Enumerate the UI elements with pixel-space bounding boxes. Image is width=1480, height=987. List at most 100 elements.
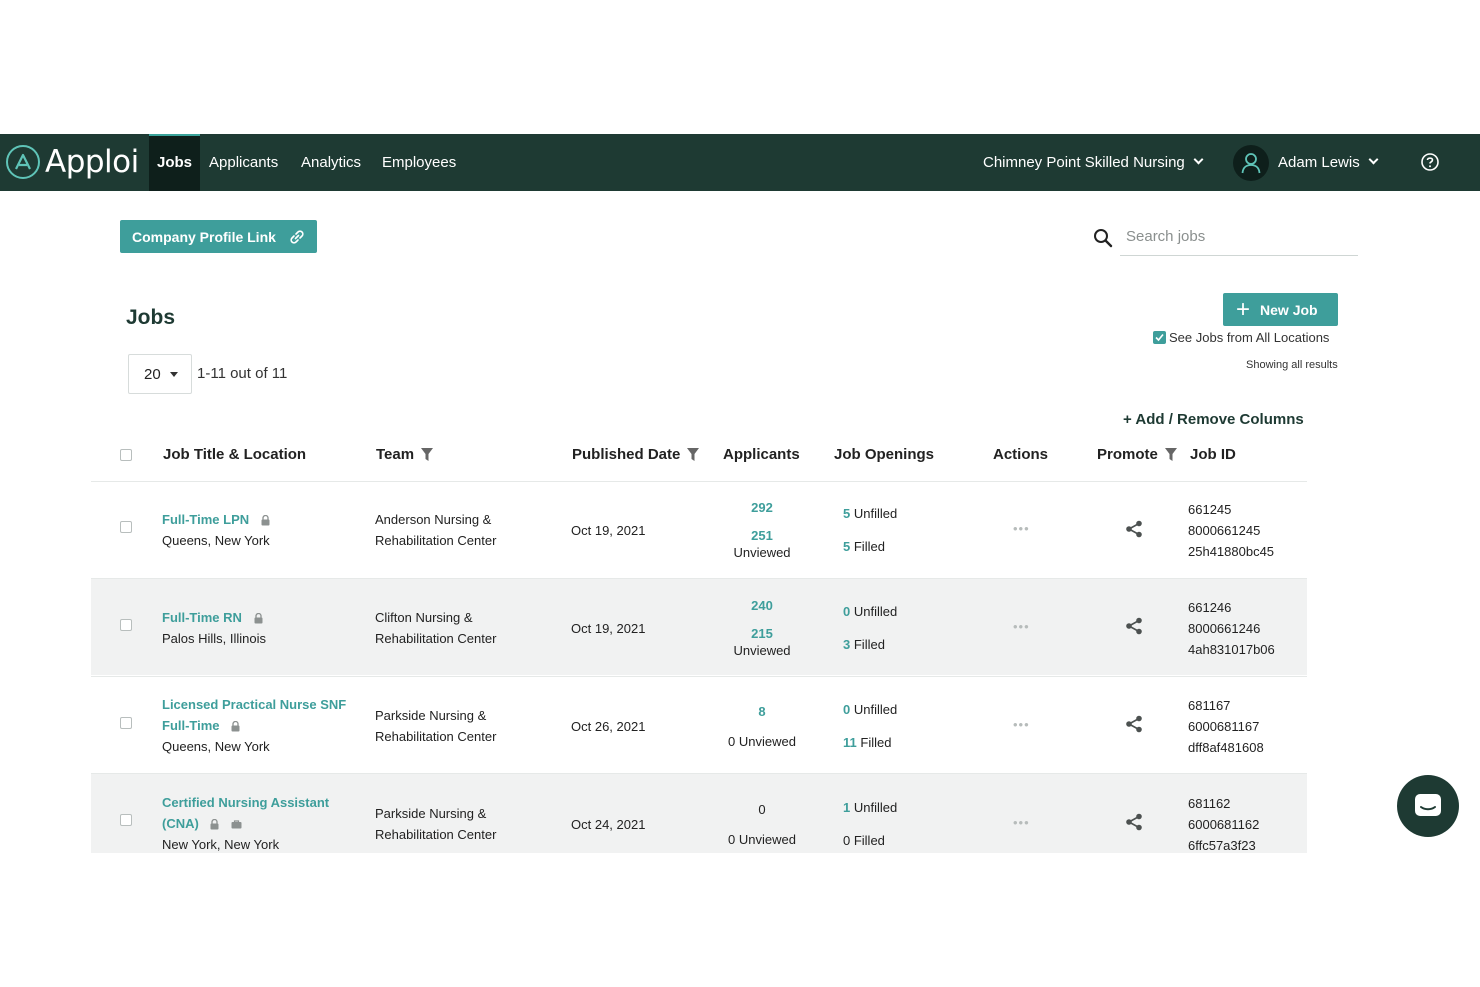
filled-label: 0 Filled: [843, 833, 885, 848]
filter-icon[interactable]: [421, 448, 434, 461]
column-label: Promote: [1097, 446, 1158, 463]
user-icon: [1241, 153, 1261, 174]
filled-count[interactable]: 11: [843, 735, 857, 750]
applicants-total-link[interactable]: 8: [758, 704, 765, 719]
page-title: Jobs: [126, 306, 176, 329]
unviewed-label: 0 Unviewed: [728, 734, 796, 749]
column-header-published-date[interactable]: Published Date: [572, 446, 700, 463]
tab-employees[interactable]: Employees: [382, 134, 456, 191]
unfilled-count[interactable]: 1: [843, 800, 850, 815]
share-icon[interactable]: [1125, 813, 1143, 831]
row-checkbox[interactable]: [120, 619, 132, 631]
table-row[interactable]: Full-Time RN Palos Hills, Illinois Clift…: [91, 578, 1307, 675]
published-date: Oct 19, 2021: [571, 621, 646, 636]
job-location: Queens, New York: [162, 533, 270, 548]
more-actions-icon[interactable]: •••: [1013, 717, 1030, 732]
company-selector[interactable]: Chimney Point Skilled Nursing: [983, 134, 1204, 191]
briefcase-icon: [231, 820, 242, 829]
team-cell: Clifton Nursing & Rehabilitation Center: [375, 607, 496, 649]
row-checkbox[interactable]: [120, 814, 132, 826]
job-location: Palos Hills, Illinois: [162, 631, 267, 646]
job-openings-cell: 0 Unfilled 11 Filled: [843, 699, 897, 753]
job-title-link[interactable]: Certified Nursing Assistant: [162, 795, 329, 810]
column-header-job-id[interactable]: Job ID: [1190, 446, 1236, 463]
add-remove-columns-link[interactable]: + Add / Remove Columns: [1123, 411, 1304, 428]
job-title-link[interactable]: Full-Time RN: [162, 610, 242, 625]
row-checkbox[interactable]: [120, 521, 132, 533]
row-checkbox[interactable]: [120, 717, 132, 729]
team-line: Anderson Nursing &: [375, 512, 492, 527]
table-row[interactable]: Full-Time LPN Queens, New York Anderson …: [91, 481, 1307, 578]
published-date: Oct 26, 2021: [571, 719, 646, 734]
job-id: 6000681162: [1188, 817, 1260, 832]
table-row[interactable]: Licensed Practical Nurse SNF Full-Time Q…: [91, 676, 1307, 773]
job-title-link[interactable]: (CNA): [162, 816, 199, 831]
more-actions-icon[interactable]: •••: [1013, 521, 1030, 536]
applicants-total-link[interactable]: 240: [751, 598, 773, 613]
all-locations-label: See Jobs from All Locations: [1169, 330, 1330, 345]
share-icon[interactable]: [1125, 617, 1143, 635]
lock-icon: [254, 613, 263, 624]
share-icon[interactable]: [1125, 520, 1143, 538]
select-all-checkbox[interactable]: [120, 449, 132, 461]
unviewed-count-link[interactable]: 215: [751, 626, 773, 641]
column-label: Team: [376, 446, 415, 463]
column-label: Job Openings: [834, 446, 935, 463]
applicants-cell: 0 0 Unviewed: [712, 799, 812, 850]
column-label: Applicants: [723, 446, 800, 463]
more-actions-icon[interactable]: •••: [1013, 619, 1030, 634]
new-job-button[interactable]: + New Job: [1223, 293, 1338, 326]
user-name: Adam Lewis: [1278, 154, 1360, 171]
job-id: 4ah831017b06: [1188, 642, 1275, 657]
column-header-team[interactable]: Team: [376, 446, 434, 463]
job-title-link[interactable]: Full-Time: [162, 718, 220, 733]
new-job-label: New Job: [1260, 301, 1318, 318]
column-header-job-openings[interactable]: Job Openings: [834, 446, 934, 463]
job-id: 25h41880bc45: [1188, 544, 1275, 559]
more-actions-icon[interactable]: •••: [1013, 815, 1030, 830]
pagination-range: 1-11 out of 11: [197, 365, 288, 382]
filter-icon[interactable]: [687, 448, 700, 461]
unviewed-label: Unviewed: [733, 643, 791, 658]
job-location: Queens, New York: [162, 739, 270, 754]
team-line: Rehabilitation Center: [375, 631, 497, 646]
filled-count[interactable]: 5: [843, 539, 850, 554]
checkbox-checked-icon[interactable]: [1153, 331, 1166, 344]
company-profile-link-button[interactable]: Company Profile Link: [120, 220, 317, 253]
job-id: 661245: [1188, 502, 1232, 517]
per-page-select[interactable]: 20: [128, 354, 192, 394]
column-header-applicants[interactable]: Applicants: [723, 446, 800, 463]
team-line: Rehabilitation Center: [375, 533, 497, 548]
column-header-title-location[interactable]: Job Title & Location: [163, 446, 306, 463]
help-icon[interactable]: [1420, 152, 1440, 172]
job-title-link[interactable]: Licensed Practical Nurse SNF: [162, 697, 346, 712]
job-location: New York, New York: [162, 837, 280, 852]
job-id: 6ffc57a3f23: [1188, 838, 1256, 853]
user-menu[interactable]: Adam Lewis: [1278, 134, 1379, 191]
tab-applicants[interactable]: Applicants: [209, 134, 278, 191]
chat-icon: [1415, 794, 1441, 816]
chevron-down-icon: [1193, 154, 1204, 165]
applicants-total: 0: [758, 802, 766, 817]
unviewed-label: Unviewed: [733, 545, 791, 560]
tab-analytics[interactable]: Analytics: [301, 134, 361, 191]
filter-icon[interactable]: [1164, 448, 1177, 461]
all-locations-toggle[interactable]: See Jobs from All Locations: [1153, 330, 1329, 345]
column-header-promote[interactable]: Promote: [1097, 446, 1177, 463]
unfilled-count[interactable]: 0: [843, 604, 850, 619]
user-avatar[interactable]: [1233, 145, 1269, 181]
viewport-cutoff: [0, 853, 1480, 987]
tab-jobs[interactable]: Jobs: [149, 134, 201, 191]
applicants-total-link[interactable]: 292: [751, 500, 773, 515]
job-title-link[interactable]: Full-Time LPN: [162, 512, 249, 527]
unfilled-count[interactable]: 0: [843, 702, 850, 717]
apploi-logo[interactable]: Apploi: [6, 143, 139, 181]
unviewed-count-link[interactable]: 251: [751, 528, 773, 543]
column-label: Job ID: [1190, 446, 1236, 463]
share-icon[interactable]: [1125, 715, 1143, 733]
team-cell: Parkside Nursing & Rehabilitation Center: [375, 705, 496, 747]
search-input[interactable]: [1120, 218, 1358, 256]
chat-launcher-button[interactable]: [1397, 775, 1459, 837]
filled-count[interactable]: 3: [843, 637, 850, 652]
unfilled-count[interactable]: 5: [843, 506, 850, 521]
